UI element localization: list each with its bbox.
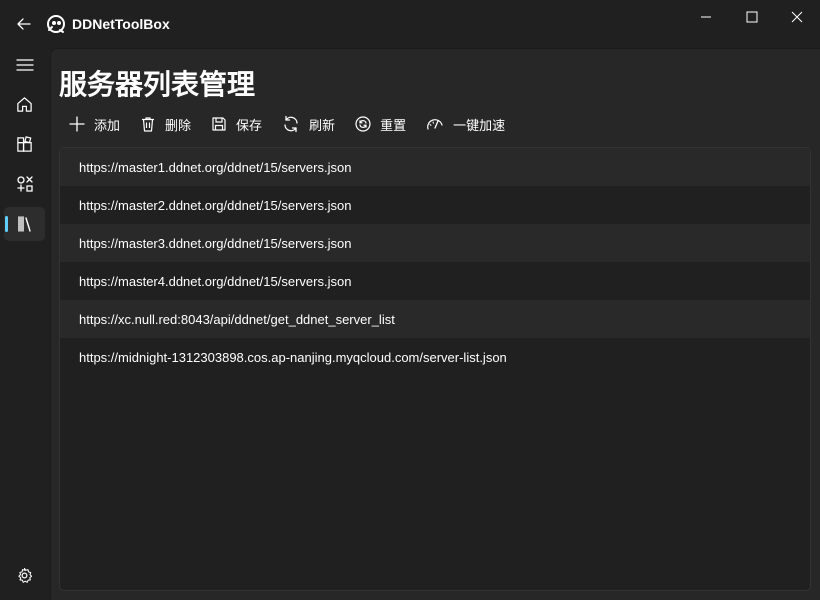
reset-button[interactable]: 重置 (345, 111, 416, 137)
list-item[interactable]: https://master3.ddnet.org/ddnet/15/serve… (60, 224, 810, 262)
sidebar-item-server-list[interactable] (4, 207, 45, 241)
active-indicator (5, 216, 8, 232)
title-bar: DDNetToolBox (0, 0, 820, 48)
server-list[interactable]: https://master1.ddnet.org/ddnet/15/serve… (59, 147, 811, 591)
save-label: 保存 (236, 117, 263, 133)
add-button[interactable]: 添加 (59, 111, 130, 137)
close-button[interactable] (774, 0, 820, 34)
sidebar (0, 48, 50, 600)
sidebar-item-settings[interactable] (4, 558, 45, 592)
content-area: 服务器列表管理 添加 删除 保存 刷新 重置 一键加速 https://mast… (50, 48, 820, 600)
app-window: DDNetToolBox 服务器列表管理 添加 删除 保存 刷新 重置 一键加速… (0, 0, 820, 600)
app-title: DDNetToolBox (72, 16, 170, 32)
toolbar: 添加 删除 保存 刷新 重置 一键加速 (59, 111, 515, 137)
maximize-icon (746, 11, 758, 23)
save-button[interactable]: 保存 (201, 111, 272, 137)
minimize-button[interactable] (683, 0, 729, 34)
save-icon (212, 117, 226, 131)
trash-icon (142, 117, 155, 132)
sidebar-item-home[interactable] (4, 87, 45, 121)
gear-icon (18, 567, 33, 583)
app-logo-icon (47, 15, 65, 33)
list-item[interactable]: https://master2.ddnet.org/ddnet/15/serve… (60, 186, 810, 224)
sidebar-item-apps[interactable] (4, 127, 45, 161)
list-item[interactable]: https://master1.ddnet.org/ddnet/15/serve… (60, 148, 810, 186)
sidebar-item-tools[interactable] (4, 167, 45, 201)
page-title: 服务器列表管理 (59, 69, 256, 100)
shapes-icon (16, 176, 33, 192)
arrow-left-icon (17, 18, 31, 30)
list-item[interactable]: https://master4.ddnet.org/ddnet/15/serve… (60, 262, 810, 300)
delete-label: 删除 (165, 117, 192, 133)
minimize-icon (701, 16, 711, 18)
reset-label: 重置 (380, 117, 407, 133)
back-button[interactable] (8, 8, 40, 40)
accelerate-button[interactable]: 一键加速 (416, 111, 515, 137)
list-item[interactable]: https://xc.null.red:8043/api/ddnet/get_d… (60, 300, 810, 338)
add-label: 添加 (94, 117, 121, 133)
list-item[interactable]: https://midnight-1312303898.cos.ap-nanji… (60, 338, 810, 376)
refresh-icon (284, 115, 298, 133)
hamburger-menu-icon (15, 59, 34, 71)
speedometer-icon (427, 119, 443, 130)
maximize-button[interactable] (729, 0, 775, 34)
accelerate-label: 一键加速 (453, 117, 506, 133)
delete-button[interactable]: 删除 (130, 111, 201, 137)
close-icon (791, 11, 803, 23)
plus-icon (69, 116, 85, 132)
reset-icon (355, 116, 371, 132)
refresh-button[interactable]: 刷新 (272, 111, 345, 137)
refresh-label: 刷新 (309, 117, 336, 133)
puzzle-apps-icon (17, 135, 32, 152)
sidebar-menu-toggle[interactable] (4, 48, 45, 82)
home-icon (17, 96, 32, 112)
library-icon (17, 216, 31, 232)
